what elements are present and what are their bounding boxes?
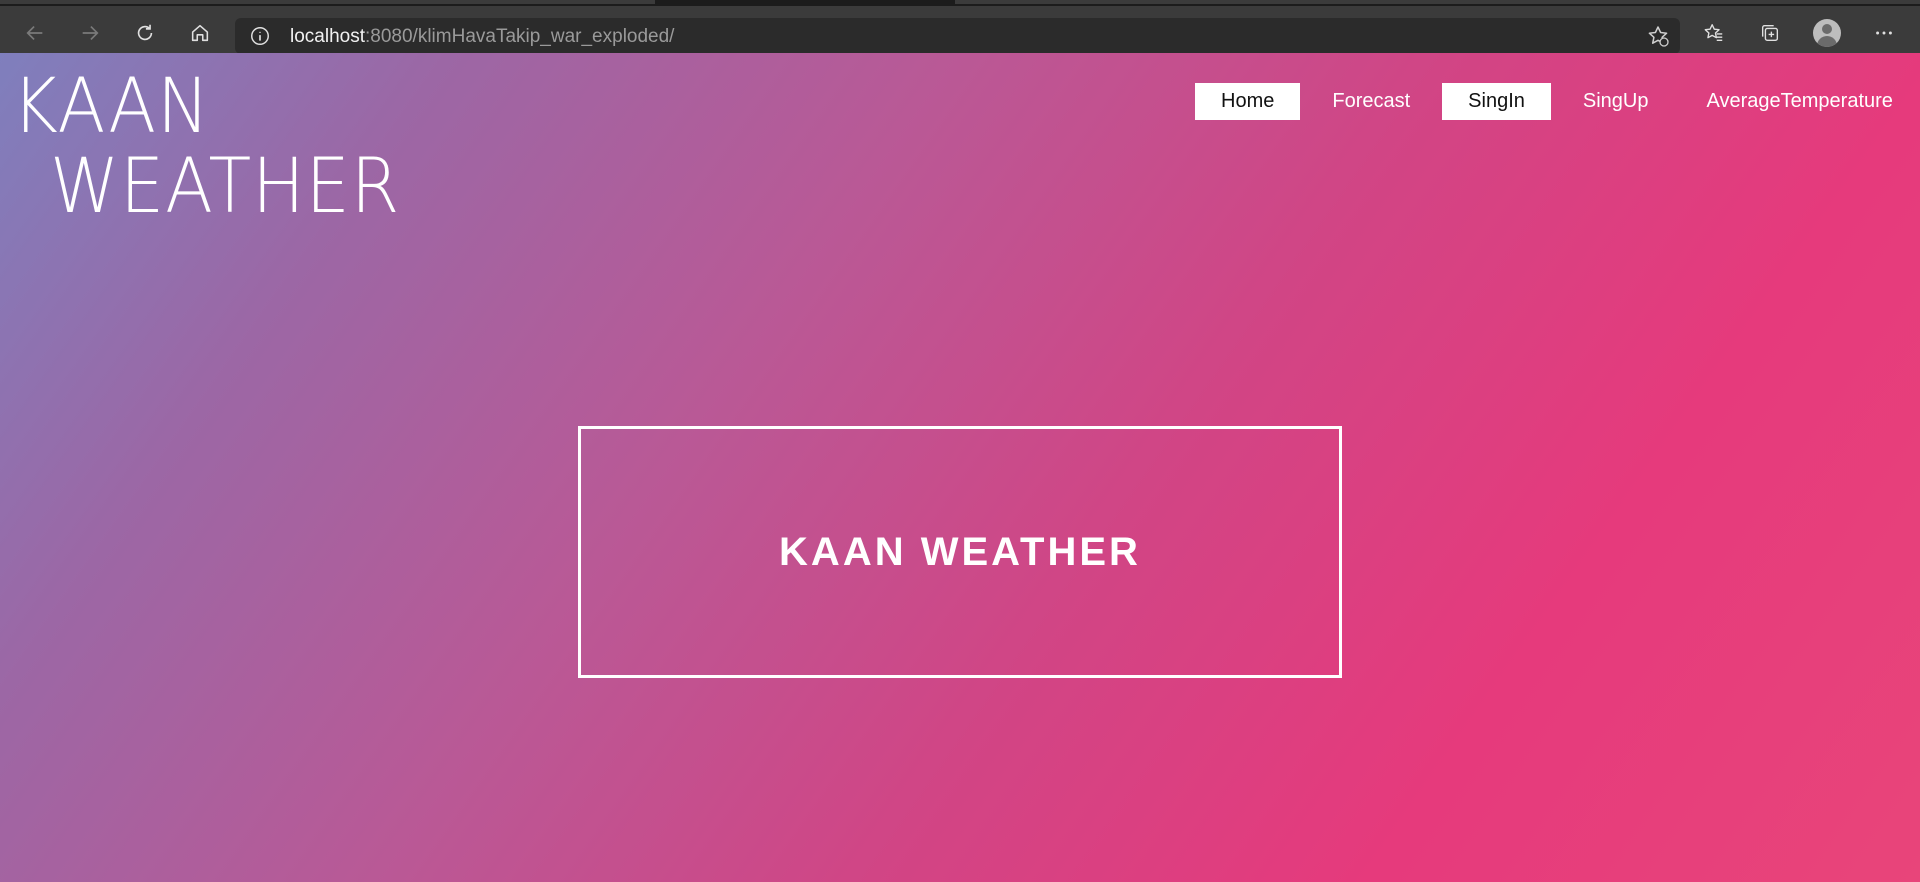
collections-icon [1761, 24, 1779, 42]
url-text[interactable]: localhost:8080/klimHavaTakip_war_explode… [290, 26, 674, 48]
logo-line-1: KAAN [12, 61, 211, 150]
nav-signup[interactable]: SingUp [1557, 83, 1675, 120]
url-host: localhost [290, 26, 365, 47]
site-logo[interactable]: KAAN WEATHER [12, 68, 431, 224]
logo-line-2: WEATHER [50, 141, 401, 230]
nav-signin[interactable]: SingIn [1442, 83, 1551, 120]
page-viewport: KAAN WEATHER Home Forecast SingIn SingUp… [0, 53, 1920, 882]
hero-title: KAAN WEATHER [779, 529, 1141, 574]
home-icon [191, 24, 209, 42]
back-icon [26, 25, 43, 41]
url-path: :8080/klimHavaTakip_war_exploded/ [365, 26, 675, 47]
nav-average-temperature[interactable]: AverageTemperature [1681, 83, 1919, 120]
more-button[interactable] [1867, 16, 1901, 50]
forward-icon [82, 25, 99, 41]
tab-edge [0, 0, 655, 4]
hero-box: KAAN WEATHER [578, 426, 1342, 678]
more-icon [1876, 31, 1892, 35]
profile-icon [1813, 19, 1841, 47]
address-bar[interactable]: localhost:8080/klimHavaTakip_war_explode… [235, 18, 1680, 54]
home-button[interactable] [183, 16, 217, 50]
tab-edge [955, 0, 1920, 4]
favorite-add-icon[interactable] [1646, 24, 1670, 48]
favorites-button[interactable] [1697, 16, 1731, 50]
nav-forecast[interactable]: Forecast [1306, 83, 1436, 120]
refresh-icon [137, 24, 153, 41]
nav-home[interactable]: Home [1195, 83, 1301, 120]
favorites-icon [1704, 24, 1723, 42]
back-button[interactable] [18, 16, 52, 50]
refresh-button[interactable] [128, 16, 162, 50]
profile-button[interactable] [1810, 16, 1844, 50]
info-icon[interactable] [249, 25, 271, 47]
forward-button[interactable] [73, 16, 107, 50]
collections-button[interactable] [1753, 16, 1787, 50]
browser-chrome: localhost:8080/klimHavaTakip_war_explode… [0, 0, 1920, 54]
browser-toolbar: localhost:8080/klimHavaTakip_war_explode… [0, 6, 1920, 54]
main-nav: Home Forecast SingIn SingUp AverageTempe… [1195, 83, 1920, 120]
